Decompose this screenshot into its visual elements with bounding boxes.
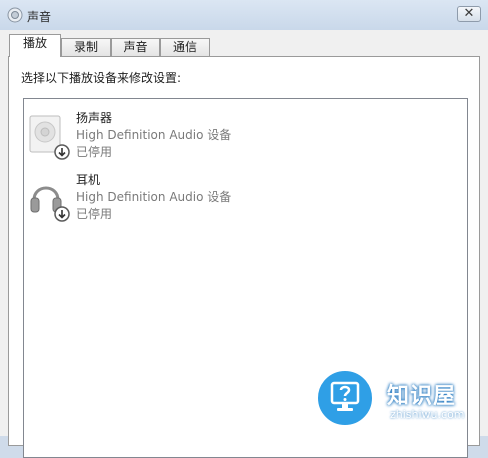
watermark-url: zhishiwu.com — [390, 408, 465, 421]
tab-playback[interactable]: 播放 — [9, 34, 61, 57]
close-button[interactable]: ✕ — [457, 6, 481, 22]
device-item-speaker[interactable]: 扬声器 High Definition Audio 设备 已停用 — [24, 104, 467, 164]
device-status: 已停用 — [76, 145, 113, 159]
tab-communications[interactable]: 通信 — [160, 38, 210, 56]
playback-prompt: 选择以下播放设备来修改设置: — [21, 71, 182, 85]
device-description: High Definition Audio 设备 — [76, 190, 232, 204]
title-bar: 声音 ✕ — [0, 0, 488, 30]
sound-app-icon — [7, 7, 23, 23]
watermark-logo: 知识屋 zhishiwu.com — [305, 358, 488, 436]
question-monitor-icon — [315, 368, 375, 428]
device-name: 扬声器 — [76, 111, 113, 125]
headphones-icon — [30, 186, 70, 222]
tab-recording[interactable]: 录制 — [61, 38, 111, 56]
tab-sounds[interactable]: 声音 — [111, 38, 160, 56]
device-status: 已停用 — [76, 207, 113, 221]
speaker-icon — [29, 115, 70, 160]
watermark-title: 知识屋 — [387, 384, 457, 409]
device-description: High Definition Audio 设备 — [76, 128, 232, 142]
device-item-headphones[interactable]: 耳机 High Definition Audio 设备 已停用 — [24, 166, 467, 226]
window-title: 声音 — [27, 10, 52, 24]
device-name: 耳机 — [76, 173, 101, 187]
